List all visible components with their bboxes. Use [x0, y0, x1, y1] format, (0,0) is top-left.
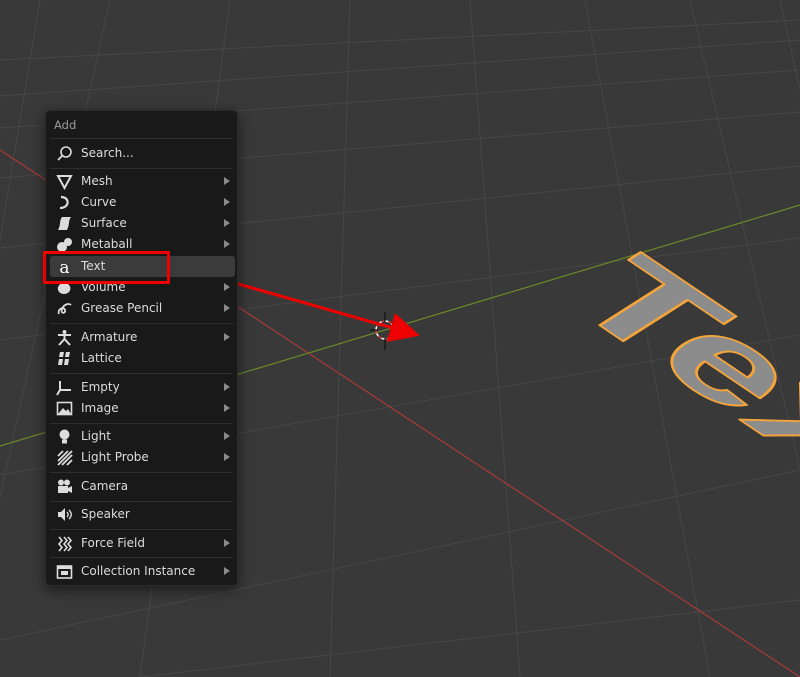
menu-item-light[interactable]: Light [50, 426, 235, 447]
camera-icon [58, 479, 72, 493]
menu-item-label: Armature [81, 330, 138, 344]
armature-icon [58, 330, 71, 346]
divider [50, 423, 233, 424]
light-icon [59, 429, 70, 444]
mesh-icon [56, 175, 73, 190]
divider [50, 557, 233, 558]
menu-item-grease-pencil[interactable]: Grease Pencil [50, 298, 235, 319]
menu-item-label: Volume [81, 280, 126, 294]
speaker-icon [58, 508, 72, 521]
menu-item-speaker[interactable]: Speaker [50, 504, 235, 525]
divider [50, 373, 233, 374]
menu-item-text[interactable]: a Text [50, 256, 235, 277]
curve-icon [59, 195, 69, 210]
submenu-arrow-icon [224, 539, 230, 547]
force-field-icon [57, 536, 73, 552]
menu-item-label: Speaker [81, 507, 130, 521]
collection-icon [56, 565, 73, 579]
submenu-arrow-icon [224, 383, 230, 391]
menu-item-label: Grease Pencil [81, 301, 163, 315]
menu-item-light-probe[interactable]: Light Probe [50, 447, 235, 468]
menu-item-label: Light [81, 429, 111, 443]
submenu-arrow-icon [224, 283, 230, 291]
menu-item-search[interactable]: Search... [50, 143, 235, 164]
volume-icon [57, 282, 71, 294]
menu-item-label: Surface [81, 216, 127, 230]
light-probe-icon [57, 450, 73, 466]
menu-item-label: Force Field [81, 536, 145, 550]
menu-item-surface[interactable]: Surface [50, 213, 235, 234]
divider [50, 472, 233, 473]
submenu-arrow-icon [224, 304, 230, 312]
menu-item-image[interactable]: Image [50, 398, 235, 419]
text-object[interactable]: Text [537, 235, 800, 533]
menu-item-empty[interactable]: Empty [50, 377, 235, 398]
divider [50, 168, 233, 169]
menu-item-label: Mesh [81, 174, 113, 188]
metaball-icon [57, 238, 72, 252]
grease-pencil-icon [57, 303, 72, 315]
divider [50, 529, 233, 530]
menu-item-curve[interactable]: Curve [50, 192, 235, 213]
menu-item-metaball[interactable]: Metaball [50, 234, 235, 255]
menu-item-force-field[interactable]: Force Field [50, 533, 235, 554]
menu-item-volume[interactable]: Volume [50, 277, 235, 298]
menu-item-label: Lattice [81, 351, 122, 365]
menu-item-label: Collection Instance [81, 564, 196, 578]
submenu-arrow-icon [224, 240, 230, 248]
submenu-arrow-icon [224, 219, 230, 227]
menu-item-label: Curve [81, 195, 117, 209]
menu-item-collection-instance[interactable]: Collection Instance [50, 561, 235, 582]
menu-item-camera[interactable]: Camera [50, 476, 235, 497]
submenu-arrow-icon [224, 404, 230, 412]
submenu-arrow-icon [224, 453, 230, 461]
3d-cursor [370, 312, 400, 350]
submenu-arrow-icon [224, 177, 230, 185]
submenu-arrow-icon [224, 198, 230, 206]
menu-item-armature[interactable]: Armature [50, 327, 235, 348]
menu-title: Add [54, 118, 77, 132]
submenu-arrow-icon [224, 432, 230, 440]
submenu-arrow-icon [224, 333, 230, 341]
menu-item-label: Empty [81, 380, 120, 394]
menu-item-label: Camera [81, 479, 129, 493]
svg-text:a: a [59, 258, 69, 275]
empty-icon [56, 381, 71, 396]
menu-item-mesh[interactable]: Mesh [50, 171, 235, 192]
submenu-arrow-icon [224, 567, 230, 575]
menu-item-label: Light Probe [81, 450, 149, 464]
search-icon [57, 146, 72, 161]
menu-item-lattice[interactable]: Lattice [50, 348, 235, 369]
image-icon [56, 401, 73, 416]
menu-item-label: Search... [81, 146, 134, 160]
lattice-icon [58, 352, 70, 365]
add-menu: Add Search... Mesh Curve Surface Metabal… [45, 110, 238, 586]
divider [50, 138, 233, 139]
divider [50, 323, 233, 324]
divider [50, 501, 233, 502]
text-icon: a [59, 258, 69, 275]
menu-item-label: Text [81, 259, 106, 273]
menu-item-label: Image [81, 401, 119, 415]
surface-icon [58, 217, 71, 230]
menu-item-label: Metaball [81, 237, 133, 251]
